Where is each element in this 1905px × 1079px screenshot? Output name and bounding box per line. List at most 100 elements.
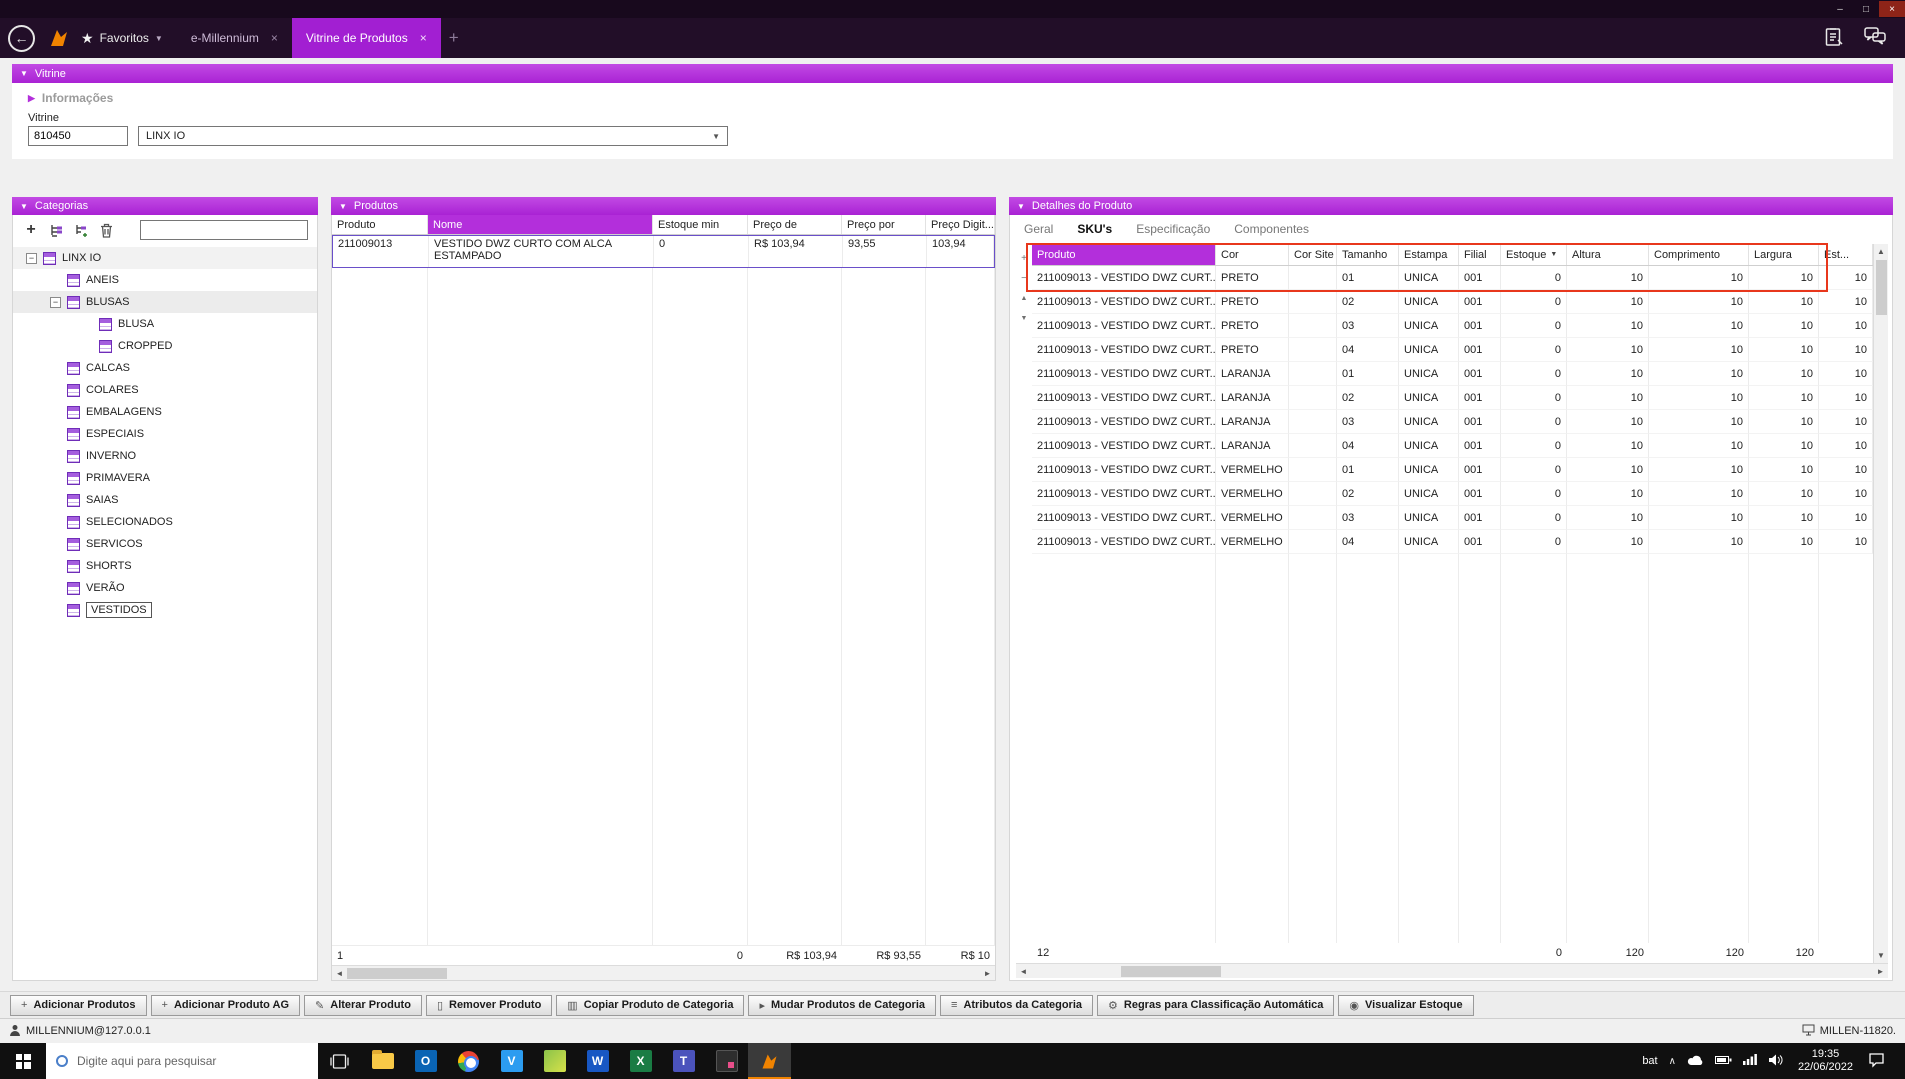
action-button[interactable]: ≡ Atributos da Categoria	[940, 994, 1094, 1016]
tree-item-calcas[interactable]: CALCAS	[13, 357, 317, 379]
scrollbar-thumb[interactable]	[1875, 260, 1887, 315]
onedrive-cloud-icon[interactable]	[1687, 1054, 1704, 1069]
action-button[interactable]: ▥ Copiar Produto de Categoria	[556, 994, 745, 1016]
word-icon[interactable]: W	[576, 1043, 619, 1079]
tab-geral[interactable]: Geral	[1024, 222, 1053, 242]
tree-item-especiais[interactable]: ESPECIAIS	[13, 423, 317, 445]
network-icon[interactable]	[1742, 1054, 1757, 1068]
sku-row[interactable]: 211009013 - VESTIDO DWZ CURT... VERMELHO…	[1032, 506, 1873, 530]
tree-add-button[interactable]	[72, 221, 90, 239]
scrollbar-thumb[interactable]	[1121, 965, 1221, 977]
file-explorer-icon[interactable]	[361, 1043, 404, 1079]
produto-row-selected[interactable]: 211009013 VESTIDO DWZ CURTO COM ALCA EST…	[332, 235, 995, 268]
action-button[interactable]: + Adicionar Produtos	[10, 994, 147, 1016]
taskbar-search-input[interactable]: Digite aqui para pesquisar	[46, 1043, 318, 1079]
scroll-up-icon[interactable]: ▲	[1874, 244, 1888, 259]
volume-icon[interactable]	[1768, 1054, 1783, 1069]
category-search-input[interactable]	[140, 220, 308, 240]
linx-millennium-taskbar-icon[interactable]	[748, 1043, 791, 1079]
tab-componentes[interactable]: Componentes	[1234, 222, 1309, 242]
back-button[interactable]: ←	[8, 24, 35, 52]
excel-icon[interactable]: X	[619, 1043, 662, 1079]
sku-horizontal-scrollbar[interactable]: ◄ ►	[1016, 963, 1888, 978]
close-tab-icon[interactable]: ×	[271, 31, 278, 45]
column-header-preco-digit[interactable]: Preço Digit...	[926, 215, 995, 234]
column-header-filial[interactable]: Filial	[1459, 244, 1501, 265]
sku-row[interactable]: 211009013 - VESTIDO DWZ CURT... LARANJA …	[1032, 362, 1873, 386]
tab-vitrine-de-produtos[interactable]: Vitrine de Produtos ×	[291, 18, 441, 58]
vitrine-section-header[interactable]: ▼ Vitrine	[12, 64, 1893, 83]
column-header-largura[interactable]: Largura	[1749, 244, 1819, 265]
close-button[interactable]: ×	[1879, 1, 1905, 17]
minimize-button[interactable]: –	[1827, 1, 1853, 17]
detalhes-panel-header[interactable]: ▼ Detalhes do Produto	[1009, 197, 1893, 215]
design-app-icon[interactable]	[705, 1043, 748, 1079]
column-header-estampa[interactable]: Estampa	[1399, 244, 1459, 265]
new-tab-button[interactable]: +	[449, 28, 459, 48]
chrome-icon[interactable]	[447, 1043, 490, 1079]
tree-item-saias[interactable]: SAIAS	[13, 489, 317, 511]
action-button[interactable]: ✎ Alterar Produto	[304, 994, 422, 1016]
add-category-button[interactable]: +	[22, 221, 40, 239]
move-down-button[interactable]: ▼	[1016, 308, 1032, 328]
collapse-node-icon[interactable]	[26, 252, 37, 264]
tray-expand-chevron-icon[interactable]: ∧	[1669, 1056, 1676, 1067]
scroll-right-icon[interactable]: ►	[980, 969, 995, 978]
column-header-comprimento[interactable]: Comprimento	[1649, 244, 1749, 265]
column-header-produto[interactable]: Produto	[332, 215, 428, 234]
move-up-button[interactable]: ▲	[1016, 288, 1032, 308]
column-header-tamanho[interactable]: Tamanho	[1337, 244, 1399, 265]
vscode-icon[interactable]: V	[490, 1043, 533, 1079]
tree-item-linx-io[interactable]: LINX IO	[13, 247, 317, 269]
tree-item-selecionados[interactable]: SELECIONADOS	[13, 511, 317, 533]
tree-item-embalagens[interactable]: EMBALAGENS	[13, 401, 317, 423]
categorias-panel-header[interactable]: ▼ Categorias	[12, 197, 318, 215]
vitrine-select[interactable]: LINX IO ▼	[138, 126, 728, 146]
action-button[interactable]: ⚙ Regras para Classificação Automática	[1097, 994, 1335, 1016]
column-header-estoque-min[interactable]: Estoque min	[653, 215, 748, 234]
tab-especificacao[interactable]: Especificação	[1136, 222, 1210, 242]
column-header-cor[interactable]: Cor	[1216, 244, 1289, 265]
tree-item-blusas[interactable]: BLUSAS	[13, 291, 317, 313]
action-button[interactable]: ▸ Mudar Produtos de Categoria	[748, 994, 937, 1016]
sku-vertical-scrollbar[interactable]: ▲ ▼	[1873, 244, 1888, 963]
column-header-estoque[interactable]: Estoque ▼	[1501, 244, 1567, 265]
column-header-est[interactable]: Est...	[1819, 244, 1873, 265]
close-tab-icon[interactable]: ×	[420, 31, 427, 45]
scroll-left-icon[interactable]: ◄	[332, 969, 347, 978]
taskbar-clock[interactable]: 19:35 22/06/2022	[1794, 1048, 1857, 1074]
column-header-altura[interactable]: Altura	[1567, 244, 1649, 265]
sku-row[interactable]: 211009013 - VESTIDO DWZ CURT... LARANJA …	[1032, 434, 1873, 458]
filter-chevron-icon[interactable]: ▼	[1550, 251, 1557, 258]
scroll-left-icon[interactable]: ◄	[1016, 967, 1031, 976]
action-button[interactable]: + Adicionar Produto AG	[150, 994, 301, 1016]
column-header-cor-site[interactable]: Cor Site	[1289, 244, 1337, 265]
outlook-icon[interactable]: O	[404, 1043, 447, 1079]
sku-row[interactable]: 211009013 - VESTIDO DWZ CURT... VERMELHO…	[1032, 530, 1873, 554]
sku-row[interactable]: 211009013 - VESTIDO DWZ CURT... LARANJA …	[1032, 410, 1873, 434]
chat-icon[interactable]	[1864, 27, 1887, 49]
tree-item-blusa[interactable]: BLUSA	[13, 313, 317, 335]
tree-item-vestidos[interactable]: VESTIDOS	[13, 599, 317, 621]
scroll-down-icon[interactable]: ▼	[1874, 948, 1888, 963]
sku-row[interactable]: 211009013 - VESTIDO DWZ CURT... PRETO 02…	[1032, 290, 1873, 314]
notes-app-icon[interactable]	[533, 1043, 576, 1079]
tree-item-servicos[interactable]: SERVICOS	[13, 533, 317, 555]
tab-skus[interactable]: SKU's	[1077, 222, 1112, 242]
collapse-node-icon[interactable]	[50, 296, 61, 308]
column-header-preco-de[interactable]: Preço de	[748, 215, 842, 234]
sku-row[interactable]: 211009013 - VESTIDO DWZ CURT... VERMELHO…	[1032, 482, 1873, 506]
teams-icon[interactable]: T	[662, 1043, 705, 1079]
tree-item-verao[interactable]: VERÃO	[13, 577, 317, 599]
action-button[interactable]: ◉ Visualizar Estoque	[1338, 994, 1474, 1016]
tasks-icon[interactable]	[1825, 26, 1844, 50]
column-header-preco-por[interactable]: Preço por	[842, 215, 926, 234]
start-button[interactable]	[0, 1043, 46, 1079]
maximize-button[interactable]: □	[1853, 1, 1879, 17]
sku-row[interactable]: 211009013 - VESTIDO DWZ CURT... LARANJA …	[1032, 386, 1873, 410]
sku-row[interactable]: 211009013 - VESTIDO DWZ CURT... PRETO 04…	[1032, 338, 1873, 362]
tree-item-colares[interactable]: COLARES	[13, 379, 317, 401]
vitrine-code-input[interactable]	[28, 126, 128, 146]
action-center-icon[interactable]	[1868, 1052, 1885, 1071]
scroll-right-icon[interactable]: ►	[1873, 967, 1888, 976]
